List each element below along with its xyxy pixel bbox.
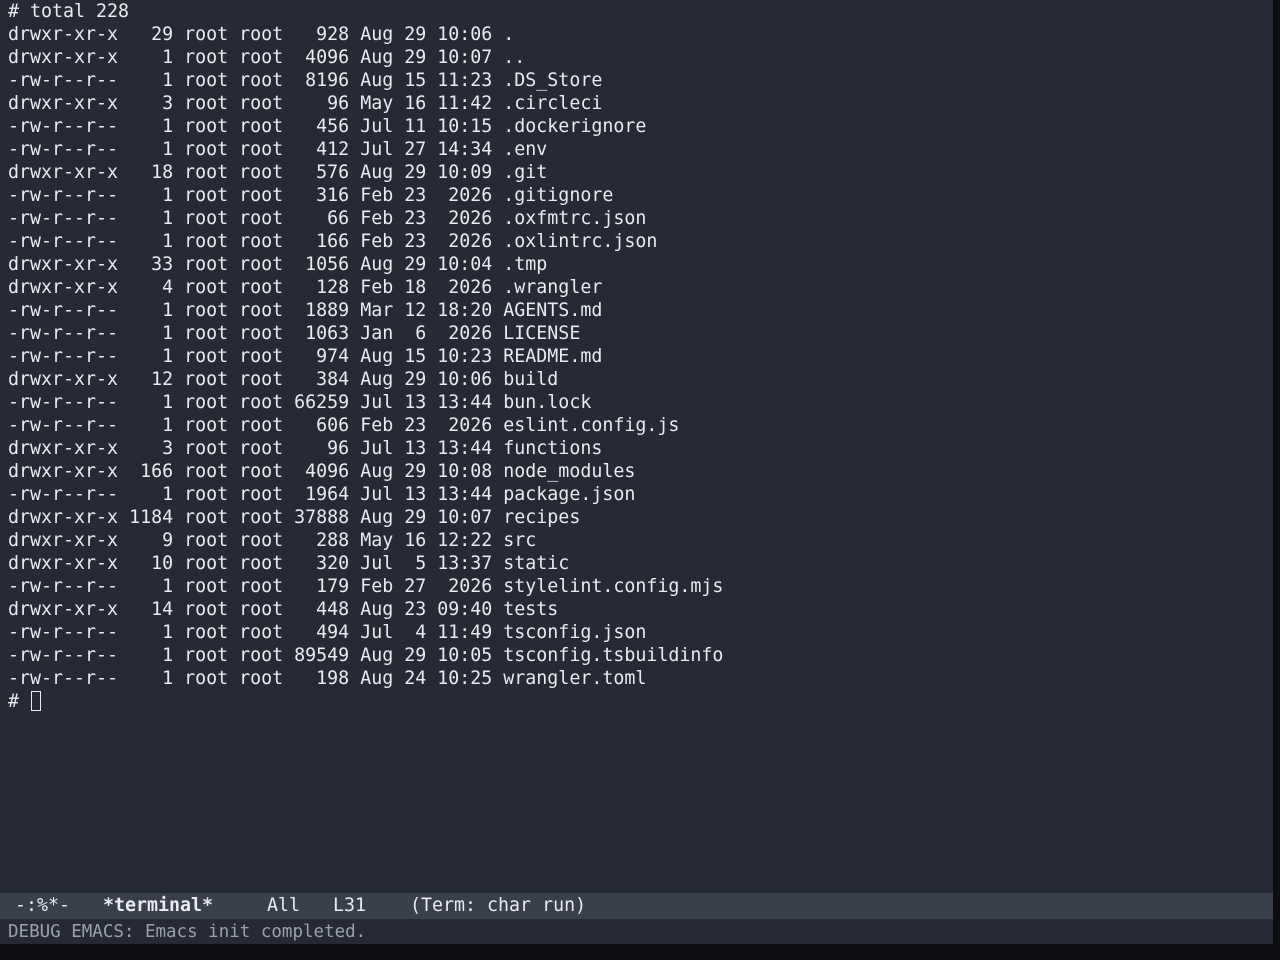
listing-row: drwxr-xr-x 33 root root 1056 Aug 29 10:0…	[8, 254, 548, 275]
listing-row: -rw-r--r-- 1 root root 1889 Mar 12 18:20…	[8, 300, 603, 321]
mode-line-buffer-name[interactable]: *terminal*	[103, 893, 213, 919]
listing-row: -rw-r--r-- 1 root root 1964 Jul 13 13:44…	[8, 484, 636, 505]
listing-row: -rw-r--r-- 1 root root 179 Feb 27 2026 s…	[8, 576, 724, 597]
mode-line: -:%*- *terminal* All L31 (Term: char run…	[0, 893, 1273, 919]
listing-row: drwxr-xr-x 9 root root 288 May 16 12:22 …	[8, 530, 537, 551]
listing-row: drwxr-xr-x 10 root root 320 Jul 5 13:37 …	[8, 553, 570, 574]
terminal-header-line: # total 228	[8, 1, 130, 22]
listing-row: drwxr-xr-x 3 root root 96 May 16 11:42 .…	[8, 93, 603, 114]
listing-row: -rw-r--r-- 1 root root 974 Aug 15 10:23 …	[8, 346, 603, 367]
listing-row: drwxr-xr-x 3 root root 96 Jul 13 13:44 f…	[8, 438, 603, 459]
listing-row: drwxr-xr-x 29 root root 928 Aug 29 10:06…	[8, 24, 515, 45]
listing-row: -rw-r--r-- 1 root root 494 Jul 4 11:49 t…	[8, 622, 647, 643]
listing-row: drwxr-xr-x 1 root root 4096 Aug 29 10:07…	[8, 47, 526, 68]
listing-row: -rw-r--r-- 1 root root 198 Aug 24 10:25 …	[8, 668, 647, 689]
listing-row: -rw-r--r-- 1 root root 456 Jul 11 10:15 …	[8, 116, 647, 137]
listing-row: -rw-r--r-- 1 root root 316 Feb 23 2026 .…	[8, 185, 614, 206]
listing-row: -rw-r--r-- 1 root root 166 Feb 23 2026 .…	[8, 231, 658, 252]
mode-line-position: All	[267, 895, 301, 916]
listing-row: -rw-r--r-- 1 root root 66259 Jul 13 13:4…	[8, 392, 592, 413]
terminal-cursor	[31, 691, 42, 711]
listing-row: drwxr-xr-x 166 root root 4096 Aug 29 10:…	[8, 461, 636, 482]
listing-row: -rw-r--r-- 1 root root 66 Feb 23 2026 .o…	[8, 208, 647, 229]
prompt-text: #	[8, 691, 31, 712]
listing-row: drwxr-xr-x 14 root root 448 Aug 23 09:40…	[8, 599, 559, 620]
mode-line-major-mode[interactable]: (Term: char run)	[410, 893, 586, 919]
listing-row: drwxr-xr-x 18 root root 576 Aug 29 10:09…	[8, 162, 548, 183]
listing-row: -rw-r--r-- 1 root root 1063 Jan 6 2026 L…	[8, 323, 581, 344]
listing-row: -rw-r--r-- 1 root root 89549 Aug 29 10:0…	[8, 645, 724, 666]
mode-line-status: -:%*-	[15, 895, 71, 916]
mode-line-line-number: L31	[333, 895, 367, 916]
listing-row: drwxr-xr-x 4 root root 128 Feb 18 2026 .…	[8, 277, 603, 298]
listing-row: -rw-r--r-- 1 root root 412 Jul 27 14:34 …	[8, 139, 548, 160]
listing-row: drwxr-xr-x 12 root root 384 Aug 29 10:06…	[8, 369, 559, 390]
listing-row: -rw-r--r-- 1 root root 8196 Aug 15 11:23…	[8, 70, 603, 91]
terminal-buffer[interactable]: # total 228 drwxr-xr-x 29 root root 928 …	[0, 0, 1273, 889]
echo-area-message: DEBUG EMACS: Emacs init completed.	[8, 922, 367, 942]
listing-row: -rw-r--r-- 1 root root 606 Feb 23 2026 e…	[8, 415, 680, 436]
emacs-frame: # total 228 drwxr-xr-x 29 root root 928 …	[0, 0, 1273, 944]
listing-row: drwxr-xr-x 1184 root root 37888 Aug 29 1…	[8, 507, 581, 528]
prompt-line[interactable]: #	[8, 690, 42, 713]
